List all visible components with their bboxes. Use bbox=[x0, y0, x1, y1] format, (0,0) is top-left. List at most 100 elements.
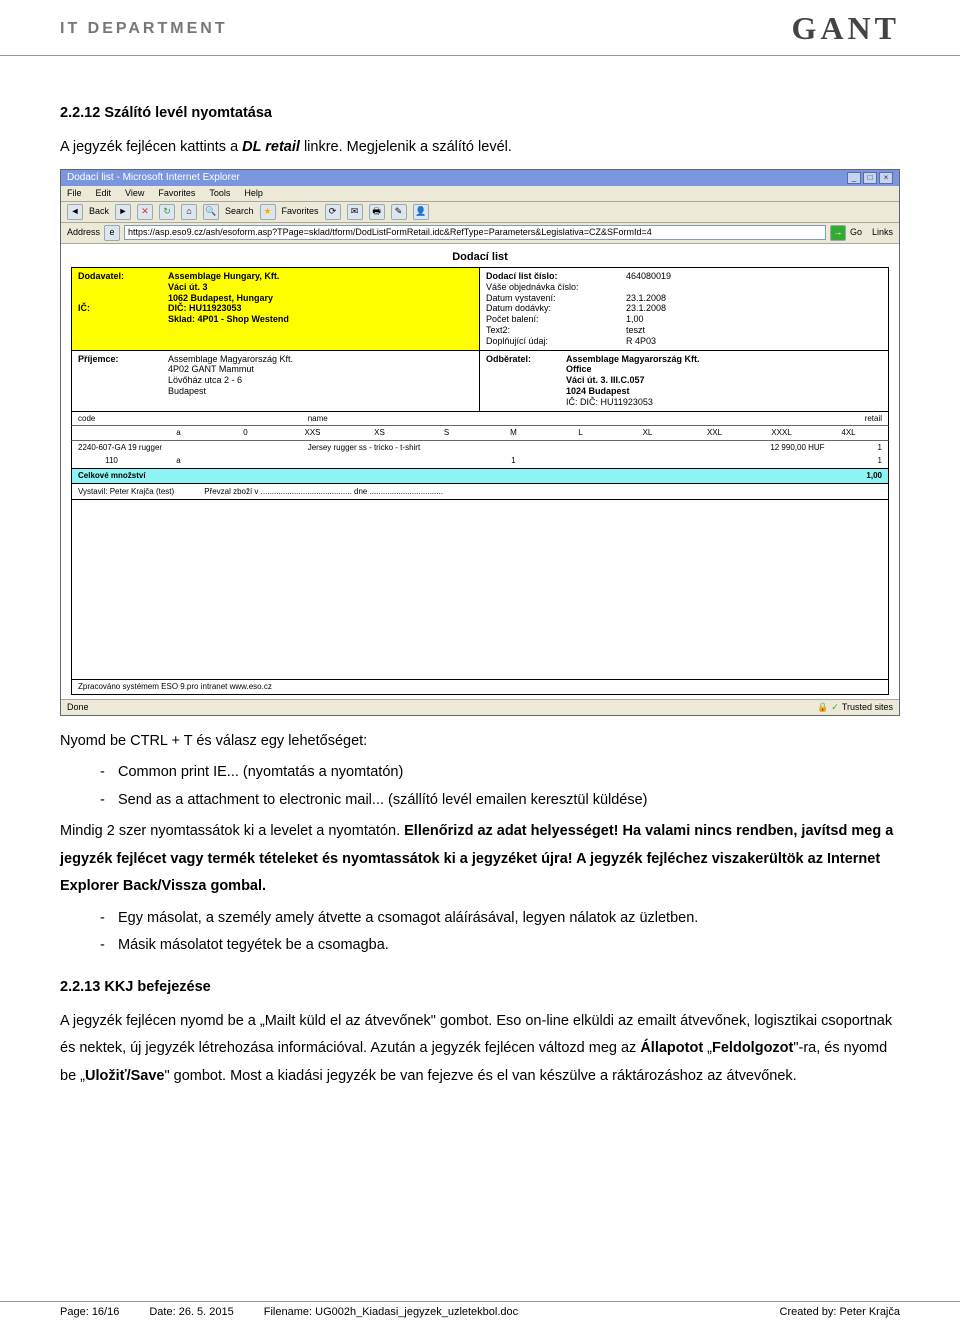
total-val: 1,00 bbox=[767, 471, 882, 481]
th2-s: S bbox=[413, 428, 480, 438]
search-label[interactable]: Search bbox=[225, 206, 254, 217]
page-val: 16/16 bbox=[92, 1306, 120, 1318]
dopl-val: R 4P03 bbox=[626, 336, 656, 347]
th-name: name bbox=[308, 414, 653, 424]
doc-header-box: Dodavatel:Assemblage Hungary, Kft. Váci … bbox=[71, 267, 889, 351]
menu-edit[interactable]: Edit bbox=[96, 188, 112, 199]
maximize-icon[interactable]: □ bbox=[863, 172, 877, 184]
text2-val: teszt bbox=[626, 325, 645, 336]
history-icon[interactable]: ⟳ bbox=[325, 204, 341, 220]
pocet-val: 1,00 bbox=[626, 314, 644, 325]
cell-code: 2240-607-GA 19 rugger bbox=[78, 443, 308, 453]
recipient-l2: 4P02 GANT Mammut bbox=[168, 364, 473, 375]
supplier-company: Assemblage Hungary, Kft. bbox=[168, 271, 473, 282]
doc-title: Dodací list bbox=[71, 248, 889, 267]
page-icon: e bbox=[104, 225, 120, 241]
supplier-sklad: Sklad: 4P01 - Shop Westend bbox=[168, 314, 473, 325]
table-row-total: Celkové množství 1,00 bbox=[71, 468, 889, 484]
mail-icon[interactable]: ✉ bbox=[347, 204, 363, 220]
ie-window-title: Dodací list - Microsoft Internet Explore… bbox=[67, 172, 240, 184]
kkj-p2c: „ bbox=[703, 1040, 712, 1056]
back-label[interactable]: Back bbox=[89, 206, 109, 217]
customer-l1: Assemblage Magyarország Kft. bbox=[566, 354, 700, 365]
page-header: IT DEPARTMENT GANT bbox=[0, 0, 960, 56]
creator-val: Peter Krajča bbox=[839, 1306, 900, 1318]
ie-statusbar: Done 🔒 ✓ Trusted sites bbox=[61, 699, 899, 715]
page-lbl: Page: bbox=[60, 1306, 92, 1318]
menu-file[interactable]: File bbox=[67, 188, 82, 199]
total-label: Celkové množství bbox=[78, 471, 767, 481]
search-icon[interactable]: 🔍 bbox=[203, 204, 219, 220]
messenger-icon[interactable]: 👤 bbox=[413, 204, 429, 220]
dodavatel-label: Dodavatel: bbox=[78, 271, 168, 282]
datdod-label: Datum dodávky: bbox=[486, 303, 626, 314]
go-icon[interactable]: → bbox=[830, 225, 846, 241]
datdod-val: 23.1.2008 bbox=[626, 303, 666, 314]
refresh-icon[interactable]: ↻ bbox=[159, 204, 175, 220]
address-input[interactable]: https://asp.eso9.cz/ash/esoform.asp?TPag… bbox=[124, 225, 826, 240]
customer-l2: Office bbox=[566, 364, 592, 375]
li-send-attachment: Send as a attachment to electronic mail.… bbox=[100, 787, 900, 815]
kkj-p2g: " gombot. Most a kiadási jegyzék be van … bbox=[164, 1068, 796, 1084]
prij-label: Příjemce: bbox=[78, 354, 168, 365]
status-trusted: Trusted sites bbox=[842, 702, 893, 713]
p-always-print: Mindig 2 szer nyomtassátok ki a levelet … bbox=[60, 818, 900, 901]
stop-icon[interactable]: ✕ bbox=[137, 204, 153, 220]
kkj-p2d: Feldolgozot bbox=[712, 1040, 793, 1056]
intro-b: DL retail bbox=[242, 139, 300, 155]
th2-l: L bbox=[547, 428, 614, 438]
ie-toolbar: ◄ Back ► ✕ ↻ ⌂ 🔍 Search ★ Favorites ⟳ ✉ … bbox=[61, 202, 899, 223]
obj-label: Váše objednávka číslo: bbox=[486, 282, 626, 293]
table-row-product: 2240-607-GA 19 rugger Jersey rugger ss -… bbox=[71, 441, 889, 455]
kkj-p2b: Állapotot bbox=[640, 1040, 703, 1056]
minimize-icon[interactable]: _ bbox=[847, 172, 861, 184]
p-ctrl-t: Nyomd be CTRL + T és válasz egy lehetősé… bbox=[60, 728, 900, 756]
close-icon[interactable]: × bbox=[879, 172, 893, 184]
go-label[interactable]: Go bbox=[850, 227, 862, 238]
edit-icon[interactable]: ✎ bbox=[391, 204, 407, 220]
prevzal: Převzal zboží v ........................… bbox=[204, 487, 443, 497]
recipient-l3: Lövőház utca 2 - 6 bbox=[168, 375, 473, 386]
datvy-label: Datum vystavení: bbox=[486, 293, 626, 304]
table-head-1: code name retail bbox=[71, 412, 889, 427]
th2-xs: XS bbox=[346, 428, 413, 438]
customer-l3: Váci út. 3. III.C.057 bbox=[566, 375, 645, 386]
odb-label: Odběratel: bbox=[486, 354, 566, 365]
section-2-2-12-title: 2.2.12 Szálító levél nyomtatása bbox=[60, 100, 900, 128]
th-code: code bbox=[78, 414, 308, 424]
date-val: 26. 5. 2015 bbox=[179, 1306, 234, 1318]
customer-block: Odběratel:Assemblage Magyarország Kft. O… bbox=[480, 351, 888, 411]
th2-xxxl: XXXL bbox=[748, 428, 815, 438]
vystavil: Vystavil: Peter Krajča (test) bbox=[78, 487, 174, 497]
zone-icon: ✓ bbox=[831, 702, 839, 713]
th2-blank bbox=[78, 428, 145, 438]
content-area: 2.2.12 Szálító levél nyomtatása A jegyzé… bbox=[0, 56, 960, 1090]
docnum-block: Dodací list číslo:464080019 Váše objedná… bbox=[480, 268, 888, 350]
print-icon[interactable]: 🖶 bbox=[369, 204, 385, 220]
kkj-p2: Azután a jegyzék fejlécen változd meg az bbox=[370, 1040, 640, 1056]
forward-icon[interactable]: ► bbox=[115, 204, 131, 220]
intro-c: linkre. Megjelenik a szálító levél. bbox=[300, 139, 512, 155]
back-icon[interactable]: ◄ bbox=[67, 204, 83, 220]
th-retail: retail bbox=[652, 414, 882, 424]
pocet-label: Počet balení: bbox=[486, 314, 626, 325]
page-footer: Page: 16/16 Date: 26. 5. 2015 Filename: … bbox=[0, 1301, 960, 1318]
menu-view[interactable]: View bbox=[125, 188, 144, 199]
recipient-block: Příjemce:Assemblage Magyarország Kft. 4P… bbox=[72, 351, 480, 411]
links-label[interactable]: Links bbox=[872, 227, 893, 238]
intro-line: A jegyzék fejlécen kattints a DL retail … bbox=[60, 134, 900, 162]
s-110: 110 bbox=[78, 456, 145, 466]
document-viewport: Dodací list Dodavatel:Assemblage Hungary… bbox=[61, 244, 899, 699]
menu-favorites[interactable]: Favorites bbox=[158, 188, 195, 199]
lock-icon: 🔒 bbox=[817, 702, 828, 713]
li-copy-store: Egy másolat, a személy amely átvette a c… bbox=[100, 905, 900, 933]
favorites-label[interactable]: Favorites bbox=[282, 206, 319, 217]
favorites-icon[interactable]: ★ bbox=[260, 204, 276, 220]
li-common-print: Common print IE... (nyomtatás a nyomtató… bbox=[100, 759, 900, 787]
menu-tools[interactable]: Tools bbox=[209, 188, 230, 199]
cell-price: 12 990,00 HUF bbox=[652, 443, 824, 453]
s-m: 1 bbox=[480, 456, 547, 466]
home-icon[interactable]: ⌂ bbox=[181, 204, 197, 220]
menu-help[interactable]: Help bbox=[244, 188, 263, 199]
th2-xxl: XXL bbox=[681, 428, 748, 438]
